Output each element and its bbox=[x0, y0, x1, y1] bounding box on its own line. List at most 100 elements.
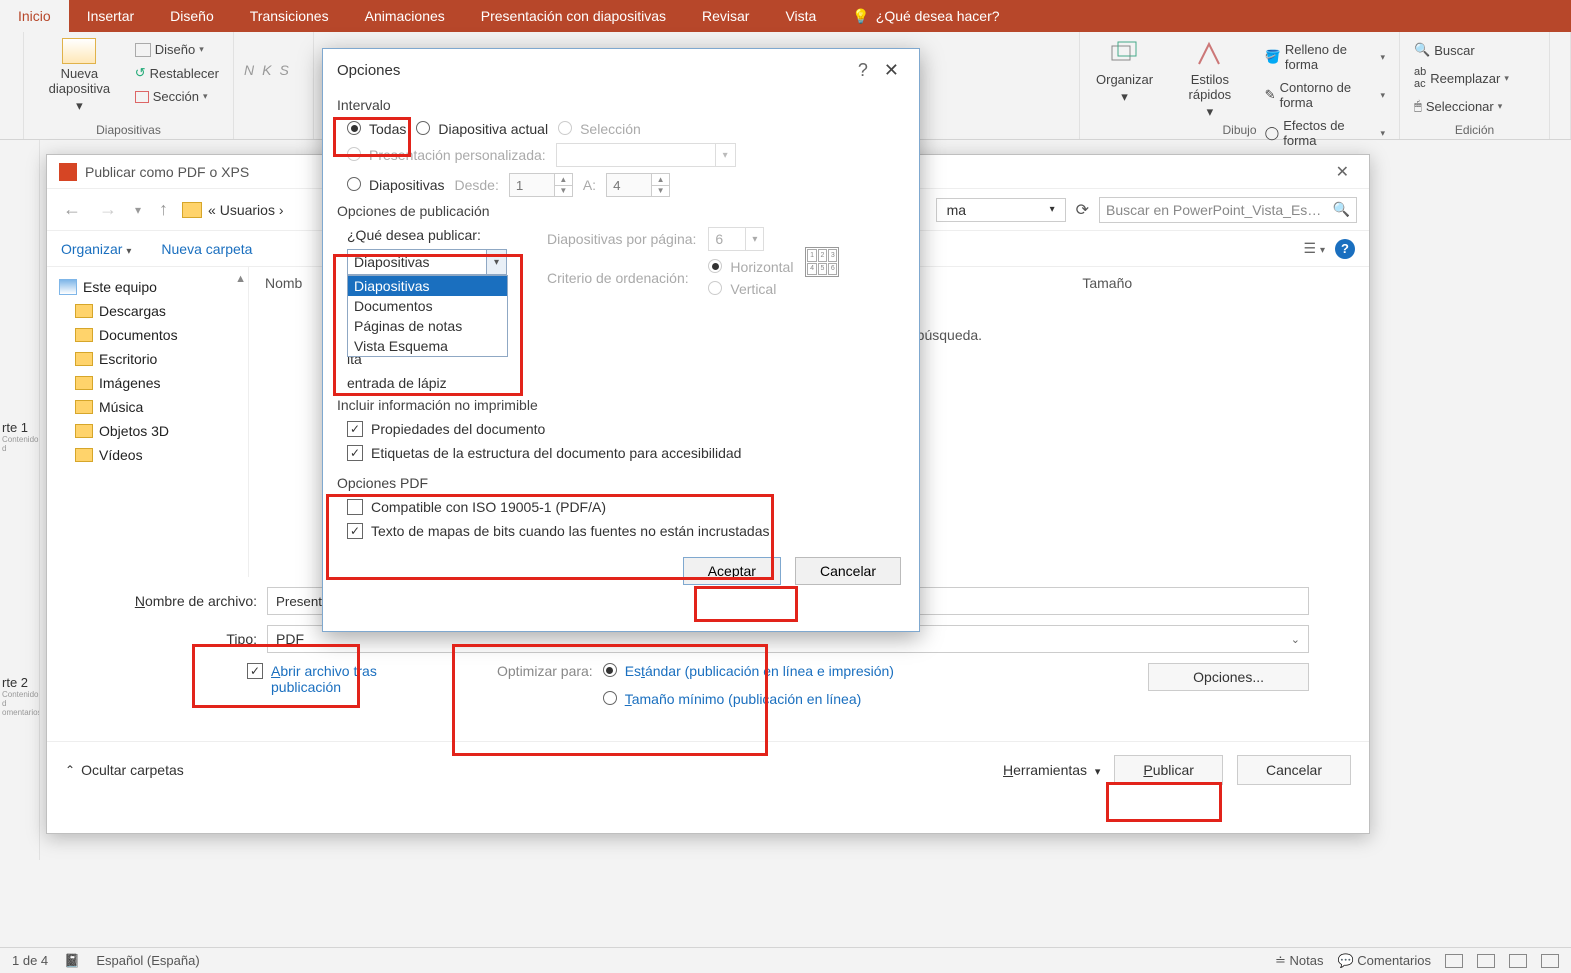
help-icon[interactable]: ? bbox=[848, 60, 878, 81]
breadcrumb[interactable]: « Usuarios › bbox=[182, 202, 283, 218]
new-slide-label: Nueva diapositiva bbox=[40, 66, 119, 96]
handout-layout-icon: 123456 bbox=[805, 247, 839, 277]
new-folder-button[interactable]: Nueva carpeta bbox=[161, 241, 252, 257]
cancel-button[interactable]: Cancelar bbox=[795, 557, 901, 585]
help-icon[interactable]: ? bbox=[1335, 239, 1355, 259]
tree-desktop[interactable]: Escritorio bbox=[53, 347, 242, 371]
nav-back-icon[interactable]: ← bbox=[59, 199, 85, 220]
tab-animaciones[interactable]: Animaciones bbox=[347, 0, 463, 32]
thumb-1[interactable]: rte 1 Contenido d bbox=[0, 380, 39, 455]
format-dropdown[interactable]: ma▾ bbox=[936, 198, 1066, 222]
iso-checkbox[interactable]: Compatible con ISO 19005-1 (PDF/A) bbox=[347, 499, 905, 515]
language-status[interactable]: Español (España) bbox=[96, 953, 199, 968]
tree-pc[interactable]: Este equipo bbox=[53, 275, 242, 299]
options-title-text: Opciones bbox=[337, 62, 400, 79]
cancel-button[interactable]: Cancelar bbox=[1237, 755, 1351, 785]
underline-icon[interactable]: S bbox=[279, 62, 288, 78]
to-spinner: ▲▼ bbox=[606, 173, 670, 197]
view-sorter-icon[interactable] bbox=[1477, 954, 1495, 968]
struct-tags-checkbox[interactable]: ✓Etiquetas de la estructura del document… bbox=[347, 445, 905, 461]
tab-vista[interactable]: Vista bbox=[767, 0, 834, 32]
powerpoint-icon bbox=[59, 163, 77, 181]
tab-presentacion[interactable]: Presentación con diapositivas bbox=[463, 0, 684, 32]
tree-downloads[interactable]: Descargas bbox=[53, 299, 242, 323]
tab-transiciones[interactable]: Transiciones bbox=[232, 0, 347, 32]
range-all-radio[interactable]: Todas bbox=[347, 121, 406, 137]
tellme[interactable]: 💡 ¿Qué desea hacer? bbox=[834, 0, 1017, 32]
col-name[interactable]: Nomb bbox=[265, 275, 302, 291]
doc-props-checkbox[interactable]: ✓Propiedades del documento bbox=[347, 421, 905, 437]
options-titlebar: Opciones ? ✕ bbox=[323, 49, 919, 91]
options-button[interactable]: Opciones... bbox=[1148, 663, 1309, 691]
dd-vista-esquema[interactable]: Vista Esquema bbox=[348, 336, 507, 356]
view-normal-icon[interactable] bbox=[1445, 954, 1463, 968]
ink-label-tail: entrada de lápiz bbox=[347, 375, 507, 391]
search-input[interactable]: Buscar en PowerPoint_Vista_Es… 🔍 bbox=[1099, 197, 1357, 223]
bitmap-checkbox[interactable]: ✓Texto de mapas de bits cuando las fuent… bbox=[347, 523, 905, 539]
chevron-down-icon[interactable]: ▾ bbox=[131, 203, 145, 217]
tree-documents[interactable]: Documentos bbox=[53, 323, 242, 347]
notes-button[interactable]: ≐ Notas bbox=[1275, 953, 1323, 969]
tree-music[interactable]: Música bbox=[53, 395, 242, 419]
replace-icon: abac bbox=[1414, 66, 1426, 90]
tab-diseno[interactable]: Diseño bbox=[152, 0, 232, 32]
find-button[interactable]: 🔍Buscar bbox=[1410, 40, 1539, 60]
nav-up-icon[interactable]: ↑ bbox=[155, 199, 172, 220]
type-label: Tipo: bbox=[107, 631, 257, 647]
optimize-standard-radio[interactable]: Estándar (publicación en línea e impresi… bbox=[603, 663, 894, 679]
shape-outline-button[interactable]: ✎Contorno de forma▾ bbox=[1261, 78, 1389, 112]
thumb-2[interactable]: rte 2 Contenido d omentarios bbox=[0, 635, 39, 719]
range-custom-radio: Presentación personalizada: bbox=[347, 147, 546, 163]
order-vertical-radio: Vertical bbox=[708, 281, 793, 297]
to-label: A: bbox=[583, 177, 596, 193]
view-list-icon[interactable]: ☰ ▾ bbox=[1304, 240, 1325, 257]
organize-button[interactable]: Organizar▾ bbox=[1090, 36, 1159, 107]
range-slides-radio[interactable]: Diapositivas bbox=[347, 177, 444, 193]
publish-button[interactable]: Publicar bbox=[1114, 755, 1223, 785]
col-size[interactable]: Tamaño bbox=[1082, 275, 1132, 291]
dd-documentos[interactable]: Documentos bbox=[348, 296, 507, 316]
dd-diapositivas[interactable]: Diapositivas bbox=[348, 276, 507, 296]
comments-button[interactable]: 💬 Comentarios bbox=[1337, 953, 1431, 969]
optimize-minimum-radio[interactable]: Tamaño mínimo (publicación en línea) bbox=[603, 691, 894, 707]
nav-fwd-icon[interactable]: → bbox=[95, 199, 121, 220]
tree-pictures[interactable]: Imágenes bbox=[53, 371, 242, 395]
layout-button[interactable]: Diseño▾ bbox=[131, 40, 223, 59]
close-icon[interactable]: ✕ bbox=[878, 60, 905, 81]
section-button[interactable]: Sección▾ bbox=[131, 87, 223, 106]
replace-button[interactable]: abacReemplazar▾ bbox=[1410, 64, 1539, 92]
open-after-checkbox[interactable]: ✓ Abrir archivo tras publicación bbox=[247, 663, 417, 707]
scroll-up-icon[interactable]: ▲ bbox=[235, 273, 246, 285]
range-current-radio[interactable]: Diapositiva actual bbox=[416, 121, 548, 137]
new-slide-button[interactable]: Nueva diapositiva ▾ bbox=[34, 36, 125, 116]
layout-label: Diseño bbox=[155, 42, 195, 57]
pen-icon: ✎ bbox=[1265, 87, 1276, 103]
bold-icon[interactable]: N bbox=[244, 62, 254, 78]
radio-icon bbox=[603, 691, 617, 705]
accept-button[interactable]: Aceptar bbox=[683, 557, 781, 585]
optimize-minimum-label: Tamaño mínimo (publicación en línea) bbox=[625, 691, 862, 707]
close-icon[interactable]: ✕ bbox=[1328, 162, 1357, 182]
hide-folders-button[interactable]: ⌃ Ocultar carpetas bbox=[65, 762, 184, 778]
refresh-icon[interactable]: ⟳ bbox=[1076, 200, 1089, 220]
dd-paginas-notas[interactable]: Páginas de notas bbox=[348, 316, 507, 336]
reset-button[interactable]: ↺Restablecer bbox=[131, 63, 223, 83]
tools-dropdown[interactable]: Herramientas ▾ bbox=[1003, 762, 1100, 778]
tree-3d[interactable]: Objetos 3D bbox=[53, 419, 242, 443]
tab-revisar[interactable]: Revisar bbox=[684, 0, 767, 32]
spellcheck-icon[interactable]: 📓 bbox=[64, 953, 80, 969]
tab-insertar[interactable]: Insertar bbox=[69, 0, 152, 32]
what-publish-dropdown[interactable]: Diapositivas ▾ Diapositivas Documentos P… bbox=[347, 249, 507, 275]
group-drawing-title: Dibujo bbox=[1090, 123, 1389, 137]
tab-inicio[interactable]: Inicio bbox=[0, 0, 69, 32]
view-slideshow-icon[interactable] bbox=[1541, 954, 1559, 968]
organize-button[interactable]: Organizar ▾ bbox=[61, 241, 131, 257]
slide-thumbnails-panel: rte 1 Contenido d rte 2 Contenido d omen… bbox=[0, 140, 40, 860]
view-reading-icon[interactable] bbox=[1509, 954, 1527, 968]
shape-fill-button[interactable]: 🪣Relleno de forma▾ bbox=[1261, 40, 1389, 74]
group-slides-title: Diapositivas bbox=[34, 123, 223, 137]
tree-videos[interactable]: Vídeos bbox=[53, 443, 242, 467]
select-button[interactable]: 🖱Seleccionar▾ bbox=[1410, 96, 1539, 116]
italic-icon[interactable]: K bbox=[262, 62, 271, 78]
quick-styles-button[interactable]: Estilos rápidos▾ bbox=[1165, 36, 1255, 122]
